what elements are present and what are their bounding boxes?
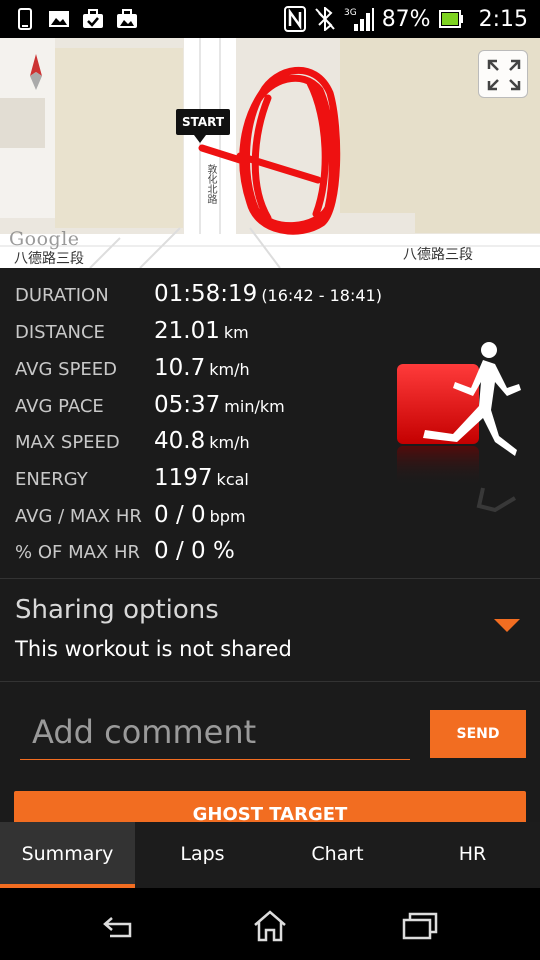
tab-summary[interactable]: Summary bbox=[0, 822, 135, 888]
stat-max-hr-percent: % OF MAX HR 0 / 0 % bbox=[15, 538, 239, 568]
stat-energy: ENERGY 1197 kcal bbox=[15, 465, 249, 495]
stat-avg-pace: AVG PACE 05:37 min/km bbox=[15, 392, 285, 422]
sharing-status: This workout is not shared bbox=[15, 637, 292, 661]
bluetooth-icon bbox=[314, 7, 335, 31]
stat-distance: DISTANCE 21.01 km bbox=[15, 318, 249, 348]
street-label-vertical: 敦化北路 bbox=[205, 164, 216, 204]
stat-duration: DURATION 01:58:19 (16:42 - 18:41) bbox=[15, 281, 382, 311]
system-navigation-bar bbox=[0, 888, 540, 960]
stat-label: ENERGY bbox=[15, 469, 88, 490]
stat-value: 01:58:19 bbox=[154, 281, 258, 307]
stat-label: AVG SPEED bbox=[15, 359, 118, 380]
stat-label: DURATION bbox=[15, 285, 109, 306]
stat-label: % OF MAX HR bbox=[15, 542, 141, 563]
nfc-icon bbox=[283, 6, 306, 32]
tab-hr[interactable]: HR bbox=[405, 822, 540, 888]
stat-unit: min/km bbox=[224, 397, 285, 416]
sharing-options[interactable]: Sharing options This workout is not shar… bbox=[0, 579, 540, 681]
phone-icon bbox=[18, 8, 32, 30]
stat-unit: km bbox=[223, 323, 249, 342]
signal-icon: 3G bbox=[344, 8, 374, 31]
stat-unit: bpm bbox=[209, 507, 246, 526]
tab-laps[interactable]: Laps bbox=[135, 822, 270, 888]
stat-unit: (16:42 - 18:41) bbox=[261, 286, 382, 305]
comment-input[interactable] bbox=[20, 704, 410, 760]
map-canvas bbox=[0, 38, 540, 268]
briefcase-image-icon bbox=[117, 9, 137, 28]
workout-stats: DURATION 01:58:19 (16:42 - 18:41) DISTAN… bbox=[0, 268, 540, 578]
stat-value: 21.01 bbox=[154, 318, 220, 344]
stat-value: 05:37 bbox=[154, 392, 221, 418]
stat-label: AVG PACE bbox=[15, 396, 104, 417]
dropdown-arrow-icon[interactable] bbox=[494, 619, 520, 632]
tab-chart[interactable]: Chart bbox=[270, 822, 405, 888]
google-logo: Google bbox=[9, 228, 80, 250]
street-label-right: 八德路三段 bbox=[403, 247, 473, 263]
ghost-target-button[interactable]: GHOST TARGET bbox=[14, 791, 526, 825]
clock: 2:15 bbox=[478, 6, 528, 32]
running-activity-icon bbox=[397, 342, 521, 513]
stat-value: 1197 bbox=[154, 465, 213, 491]
stat-value: 40.8 bbox=[154, 428, 206, 454]
image-icon bbox=[49, 11, 69, 27]
briefcase-check-icon bbox=[83, 9, 103, 28]
stat-unit: kcal bbox=[216, 470, 249, 489]
home-icon[interactable] bbox=[252, 910, 288, 942]
battery-icon bbox=[438, 10, 463, 28]
street-label-left: 八德路三段 bbox=[14, 251, 84, 267]
status-bar: 3G 87% 2:15 bbox=[0, 0, 540, 38]
sharing-title: Sharing options bbox=[15, 595, 219, 625]
send-button[interactable]: SEND bbox=[430, 710, 526, 758]
back-icon[interactable] bbox=[102, 910, 138, 942]
stat-label: AVG / MAX HR bbox=[15, 506, 142, 527]
route-map[interactable]: START 敦化北路 Google 八德路三段 八德路三段 bbox=[0, 38, 540, 268]
recent-apps-icon[interactable] bbox=[402, 910, 438, 942]
stat-value: 0 / 0 bbox=[154, 502, 206, 528]
fullscreen-button[interactable] bbox=[478, 50, 528, 98]
stat-label: MAX SPEED bbox=[15, 432, 120, 453]
battery-percent: 87% bbox=[381, 6, 431, 32]
stat-hr: AVG / MAX HR 0 / 0 bpm bbox=[15, 502, 246, 532]
stat-value: 0 / 0 % bbox=[154, 538, 235, 564]
stat-avg-speed: AVG SPEED 10.7 km/h bbox=[15, 355, 250, 385]
stat-label: DISTANCE bbox=[15, 322, 105, 343]
svg-text:3G: 3G bbox=[344, 8, 357, 18]
expand-icon bbox=[487, 59, 521, 91]
stat-unit: km/h bbox=[209, 360, 250, 379]
stat-unit: km/h bbox=[209, 433, 250, 452]
stat-max-speed: MAX SPEED 40.8 km/h bbox=[15, 428, 250, 458]
start-marker: START bbox=[176, 109, 231, 143]
tab-bar: Summary Laps Chart HR bbox=[0, 822, 540, 888]
notification-icons bbox=[14, 8, 138, 30]
system-status: 3G 87% 2:15 bbox=[283, 3, 528, 35]
comment-section: SEND GHOST TARGET bbox=[0, 682, 540, 825]
stat-value: 10.7 bbox=[154, 355, 206, 381]
